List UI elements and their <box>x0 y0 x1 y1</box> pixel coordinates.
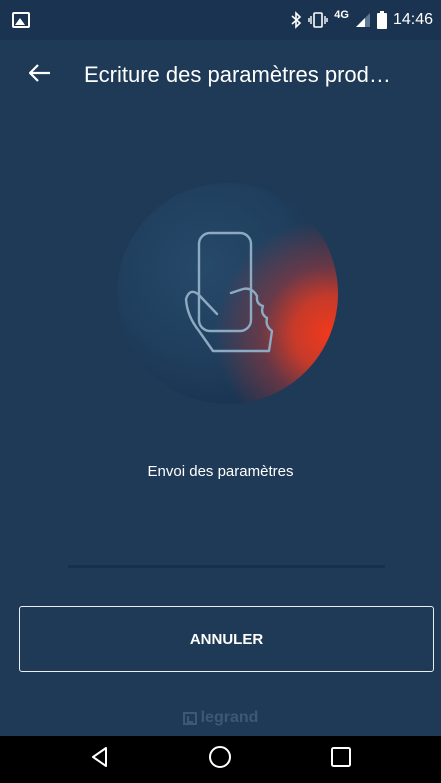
clock: 14:46 <box>392 11 433 28</box>
nav-recents-button[interactable] <box>311 736 371 783</box>
back-button[interactable] <box>10 45 70 105</box>
hand-holding-phone-icon <box>184 231 274 353</box>
app-bar: Ecriture des paramètres prod… <box>0 40 441 110</box>
nav-home-button[interactable] <box>190 736 250 783</box>
progress-bar <box>68 565 385 568</box>
image-notification-icon <box>12 12 30 28</box>
circle-home-icon <box>208 745 232 774</box>
brand-logo: legrand <box>0 708 441 728</box>
triangle-back-icon <box>89 746 111 773</box>
bluetooth-icon <box>290 11 302 29</box>
vibrate-icon <box>308 12 328 28</box>
arrow-left-icon <box>28 63 51 87</box>
brand-name: legrand <box>200 709 259 726</box>
legrand-logo-icon <box>182 711 197 725</box>
system-nav-bar <box>0 736 441 783</box>
network-type: 4G <box>334 9 349 21</box>
battery-icon <box>376 11 387 29</box>
status-left <box>12 12 30 28</box>
hero-illustration <box>117 183 338 404</box>
page-title: Ecriture des paramètres prod… <box>84 62 391 87</box>
status-message: Envoi des paramètres <box>147 463 294 480</box>
status-bar: 4G 14:46 <box>0 0 441 40</box>
signal-icon <box>355 12 371 28</box>
nav-back-button[interactable] <box>70 736 130 783</box>
status-right: 4G 14:46 <box>290 9 433 29</box>
cancel-button[interactable]: ANNULER <box>19 606 434 672</box>
square-recents-icon <box>330 747 351 772</box>
